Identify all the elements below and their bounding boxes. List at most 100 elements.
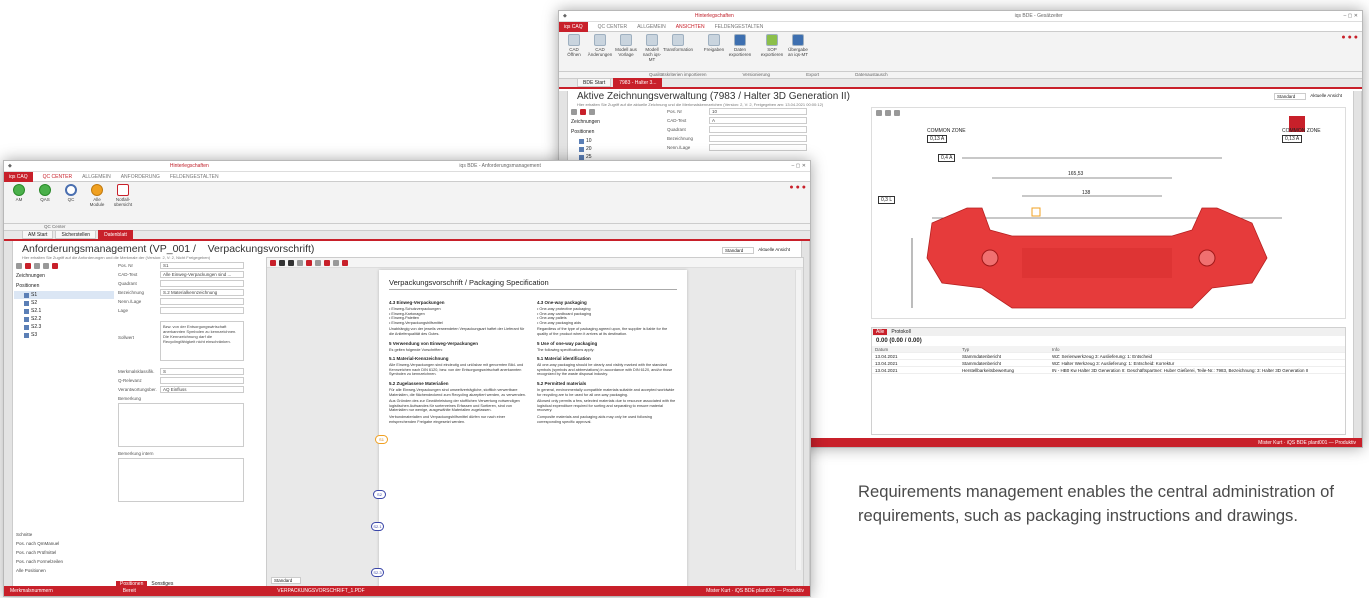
text-icon[interactable]: [315, 259, 321, 266]
window-title: iqs BDE - Gesätzeiter: [1014, 13, 1063, 19]
modules-icon: [91, 184, 103, 196]
copy-icon[interactable]: [589, 109, 595, 115]
tab-iqs-caq[interactable]: iqs CAQ: [4, 171, 33, 182]
drawing-viewer[interactable]: COMMON ZONE 0,13 A COMMON ZONE 0,13 A 0,…: [871, 107, 1346, 319]
transformation-button[interactable]: Transformation: [663, 34, 693, 52]
zoom-out-icon[interactable]: [270, 259, 276, 266]
view-select[interactable]: Standard: [1273, 93, 1307, 100]
link-icon[interactable]: [43, 263, 49, 269]
tab-all[interactable]: Alle: [873, 329, 888, 335]
position-tree: 10 20 25: [569, 137, 661, 161]
pen-icon[interactable]: [342, 259, 348, 266]
cad-changes-button[interactable]: CAD Änderungen: [588, 34, 612, 57]
cad-open-button[interactable]: CAD Öffnen: [563, 34, 585, 57]
tab-qc-center[interactable]: QC CENTER: [598, 24, 627, 30]
field-quadrant: Quadrant: [118, 279, 244, 288]
print-icon[interactable]: [306, 259, 312, 266]
tab-allgemein[interactable]: ALLGEMEIN: [637, 24, 666, 30]
edit-icon[interactable]: [34, 263, 40, 269]
table-row[interactable]: 13.04.2021 Herstellbarkeitsbewertung IN - …: [872, 367, 1345, 374]
requirement-badge[interactable]: S2: [373, 490, 386, 499]
section-text: Unabhängig von der jeweils verwendeten V…: [389, 327, 525, 336]
qc-button[interactable]: QC: [60, 184, 82, 202]
am-button[interactable]: AM: [8, 184, 30, 202]
tab-feldengestalten[interactable]: FELDENGESTALTEN: [715, 24, 764, 30]
tab-protocol[interactable]: Protokoll: [891, 329, 910, 335]
link-by-qm[interactable]: Pos. nach QmManuel: [16, 539, 63, 548]
tree-item[interactable]: 10: [569, 137, 661, 145]
current-view-button[interactable]: Aktuelle Ansicht: [758, 247, 790, 254]
ribbon-right-icons[interactable]: ● ● ●: [789, 184, 806, 191]
tab-halter[interactable]: 7983 - Halter 3...: [613, 78, 663, 87]
link-by-gauge[interactable]: Pos. nach Prüfmittel: [16, 548, 63, 557]
shape-icon[interactable]: [333, 259, 339, 266]
fit-icon[interactable]: [288, 259, 294, 266]
field-pos-nr: Pos. Nr S1: [118, 261, 244, 270]
export-data-button[interactable]: Daten exportieren: [729, 34, 751, 57]
sop-export-button[interactable]: SOP exportieren: [761, 34, 783, 57]
model-template-button[interactable]: Modell aus Vorlage: [615, 34, 637, 57]
table-row[interactable]: 13.04.2021 Stammdatenbericht WZ: Serienwer…: [872, 353, 1345, 360]
section-text: All one-way packaging should be clearly …: [537, 363, 673, 377]
delete-icon[interactable]: [25, 263, 31, 269]
page-icon[interactable]: [279, 259, 285, 266]
new-icon[interactable]: [571, 109, 577, 115]
dim-box-l: 0,3 L: [878, 196, 896, 204]
table-row[interactable]: 13.04.2021 Stammdatenbericht WZ: Halter We…: [872, 360, 1345, 367]
tree-item[interactable]: S2.3: [14, 323, 114, 331]
tree-item[interactable]: S3: [14, 331, 114, 339]
tree-item[interactable]: S2: [14, 299, 114, 307]
qas-button[interactable]: QAS: [34, 184, 56, 202]
tree-item[interactable]: S1: [14, 291, 114, 299]
zoom-select[interactable]: Standard: [271, 577, 302, 584]
all-modules-button[interactable]: Alle Module: [86, 184, 108, 207]
tab-iqs-caq[interactable]: iqs CAQ: [559, 21, 588, 32]
tree-item[interactable]: S2.2: [14, 315, 114, 323]
target-textarea[interactable]: Bzw. von der Entsorgungswirtschaft anerk…: [160, 321, 244, 361]
requirement-badge[interactable]: S1: [375, 435, 388, 444]
requirement-badge[interactable]: S2.3: [371, 568, 384, 577]
field-q-relevance: Q-Relevanz: [118, 376, 244, 385]
position-links: Schnitte Pos. nach QmManuel Pos. nach Pr…: [16, 530, 63, 575]
tab-bde-start[interactable]: BDE Start: [577, 78, 612, 87]
tab-datasheet[interactable]: Datenblatt: [98, 230, 133, 239]
tree-item[interactable]: S2.1: [14, 307, 114, 315]
section-text: Regardless of the type of packaging agre…: [537, 327, 668, 336]
requirement-badge[interactable]: S2.1: [371, 522, 384, 531]
tab-qc-center[interactable]: QC CENTER: [43, 174, 72, 180]
current-view-button[interactable]: Aktuelle Ansicht: [1310, 93, 1342, 100]
status-file[interactable]: VERPACKUNGSVORSCHRIFT_1.PDF: [277, 588, 364, 594]
remark-textarea[interactable]: [118, 403, 244, 447]
link-all-positions[interactable]: Alle Positionen: [16, 566, 63, 575]
grid-icon[interactable]: [297, 259, 303, 266]
link-cuts[interactable]: Schnitte: [16, 530, 63, 539]
field-position: Lage: [118, 306, 244, 315]
flag-icon[interactable]: [52, 263, 58, 269]
link-by-formula[interactable]: Pos. nach Formelzeilen: [16, 557, 63, 566]
window-controls[interactable]: – ▢ ✕: [1344, 13, 1358, 19]
handover-mt-button[interactable]: Übergabe an iqs-MT: [787, 34, 809, 57]
window-controls[interactable]: – ▢ ✕: [792, 163, 806, 169]
emergency-overview-button[interactable]: Notfall-übersicht: [112, 184, 134, 207]
tab-secure[interactable]: Sicherstellen: [55, 230, 97, 239]
right-dock-strip[interactable]: [1353, 91, 1362, 447]
view-select[interactable]: Standard: [721, 247, 755, 254]
tab-ansichten[interactable]: ANSICHTEN: [676, 24, 705, 30]
app-menu-icon[interactable]: ◆: [8, 163, 12, 169]
tab-feldengestalten[interactable]: FELDENGESTALTEN: [170, 174, 219, 180]
tab-allgemein[interactable]: ALLGEMEIN: [82, 174, 111, 180]
delete-icon[interactable]: [580, 109, 586, 115]
left-dock-strip[interactable]: [4, 241, 13, 596]
pdf-viewer[interactable]: Verpackungsvorschrift / Packaging Specif…: [266, 257, 804, 588]
new-icon[interactable]: [16, 263, 22, 269]
ribbon-right-icons[interactable]: ● ● ●: [1341, 34, 1358, 41]
pdf-scrollbar[interactable]: [795, 270, 801, 570]
app-menu-icon[interactable]: ◆: [563, 13, 567, 19]
model-mt-button[interactable]: Modell nach iqs-MT: [641, 34, 663, 62]
highlight-icon[interactable]: [324, 259, 330, 266]
tab-am-start[interactable]: AM Start: [22, 230, 54, 239]
internal-remark-textarea[interactable]: [118, 458, 244, 502]
releases-button[interactable]: Freigaben: [703, 34, 725, 52]
tab-anforderung[interactable]: ANFORDERUNG: [121, 174, 160, 180]
tree-item[interactable]: 20: [569, 145, 661, 153]
